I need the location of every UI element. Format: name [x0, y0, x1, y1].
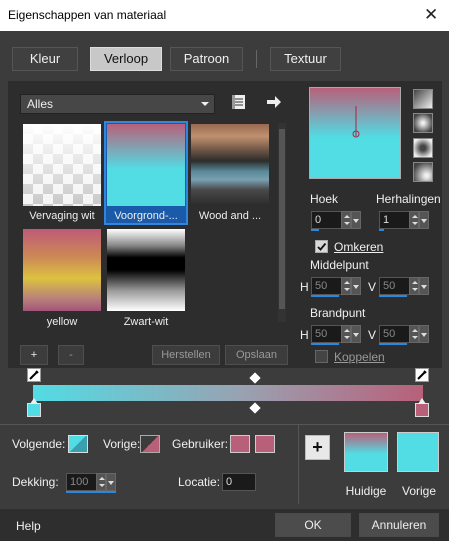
cancel-button[interactable]: Annuleren [359, 513, 439, 537]
focal-v-label: V [368, 328, 377, 342]
style-radial-icon[interactable] [413, 162, 433, 182]
angle-dropdown[interactable] [351, 211, 361, 229]
prev-label: Vorige: [103, 437, 141, 451]
midpoint-bottom-diamond[interactable] [249, 402, 261, 414]
angle-slider[interactable] [311, 229, 319, 231]
opacity-label: Dekking: [12, 475, 59, 489]
divider [298, 424, 299, 504]
notebook-icon[interactable] [232, 94, 246, 110]
scrollbar[interactable] [278, 123, 286, 322]
center-h-label: H [300, 280, 309, 294]
user-swatch-1[interactable] [230, 435, 250, 453]
repeats-slider[interactable] [379, 229, 384, 231]
user-label: Gebruiker: [172, 437, 229, 451]
thumb-label: Vervaging wit [29, 210, 95, 222]
gradient-preview[interactable] [309, 87, 401, 179]
center-v-slider[interactable] [379, 295, 407, 297]
tab-kleur[interactable]: Kleur [12, 47, 78, 71]
gradient-bar[interactable] [33, 385, 423, 401]
center-h-dropdown[interactable] [351, 277, 361, 295]
focal-v-dropdown[interactable] [419, 325, 429, 343]
location-input[interactable]: 0 [222, 473, 256, 491]
focal-h-slider[interactable] [311, 343, 339, 345]
repeats-stepper[interactable] [409, 211, 419, 229]
thumb-label: yellow [46, 316, 78, 328]
center-h-stepper[interactable] [341, 277, 351, 295]
thumb-label: Voorgrond-... [114, 210, 178, 222]
tab-textuur[interactable]: Textuur [270, 47, 341, 71]
invert-label: Omkeren [334, 240, 384, 254]
save-button[interactable]: Opslaan [225, 345, 288, 365]
thumb-zwart-wit[interactable] [107, 229, 185, 311]
repeats-label: Herhalingen [376, 192, 441, 206]
thumb-wood[interactable] [191, 124, 269, 206]
remove-gradient-button[interactable]: - [58, 345, 84, 365]
angle-label: Hoek [310, 192, 339, 206]
next-label: Volgende: [12, 437, 66, 451]
midpoint-top-diamond[interactable] [249, 372, 261, 384]
add-swatch-button[interactable]: + [305, 435, 330, 460]
style-rectangular-icon[interactable] [413, 113, 433, 133]
focal-v-stepper[interactable] [409, 325, 419, 343]
close-icon[interactable]: ✕ [424, 5, 438, 25]
title-bar: Eigenschappen van materiaal ✕ [0, 0, 449, 31]
tab-separator [256, 50, 257, 68]
invert-checkbox[interactable] [315, 240, 328, 253]
previous-preview[interactable] [397, 432, 439, 472]
add-gradient-button[interactable]: + [20, 345, 48, 365]
stop-marker-top-left[interactable] [27, 368, 41, 382]
angle-stepper[interactable] [341, 211, 351, 229]
user-swatch-2[interactable] [255, 435, 275, 453]
scrollbar-thumb[interactable] [279, 129, 285, 309]
thumb-voorgrond[interactable] [107, 124, 185, 206]
stop-marker-top-right[interactable] [415, 368, 429, 382]
center-label: Middelpunt [310, 258, 369, 272]
focal-h-stepper[interactable] [341, 325, 351, 343]
tab-patroon[interactable]: Patroon [170, 47, 243, 71]
center-v-stepper[interactable] [409, 277, 419, 295]
style-linear-icon[interactable] [413, 89, 433, 109]
ok-button[interactable]: OK [275, 513, 351, 537]
repeats-dropdown[interactable] [419, 211, 429, 229]
thumb-yellow[interactable] [23, 229, 101, 311]
current-label: Huidige [345, 484, 387, 498]
help-link[interactable]: Help [16, 519, 41, 533]
thumb-label: Zwart-wit [123, 316, 169, 328]
previous-label: Vorige [401, 484, 437, 498]
location-label: Locatie: [178, 475, 221, 489]
next-swatch[interactable] [68, 435, 88, 453]
stop-pointer-left-icon [30, 398, 38, 404]
divider [0, 424, 449, 425]
opacity-stepper[interactable] [96, 473, 106, 491]
center-h-slider[interactable] [311, 295, 339, 297]
thumb-vervaging-wit[interactable] [23, 124, 101, 206]
link-checkbox[interactable] [315, 350, 328, 363]
focal-v-slider[interactable] [379, 343, 407, 345]
color-stop-right[interactable] [415, 403, 429, 417]
window-title: Eigenschappen van materiaal [8, 8, 167, 22]
reset-button[interactable]: Herstellen [152, 345, 220, 365]
focal-label: Brandpunt [310, 306, 366, 320]
stop-pointer-right-icon [418, 398, 426, 404]
chevron-down-icon [201, 102, 209, 106]
focal-h-label: H [300, 328, 309, 342]
opacity-slider[interactable] [66, 491, 116, 493]
opacity-dropdown[interactable] [106, 473, 116, 491]
link-label: Koppelen [334, 350, 385, 364]
category-value: Alles [27, 97, 54, 111]
prev-swatch[interactable] [140, 435, 160, 453]
color-stop-left[interactable] [27, 403, 41, 417]
thumb-label: Wood and ... [198, 210, 262, 222]
arrow-right-icon[interactable] [266, 95, 282, 109]
center-v-dropdown[interactable] [419, 277, 429, 295]
tab-verloop[interactable]: Verloop [90, 47, 162, 71]
style-sunburst-icon[interactable] [413, 138, 433, 158]
center-v-label: V [368, 280, 377, 294]
category-dropdown[interactable]: Alles [20, 94, 215, 114]
current-preview[interactable] [344, 432, 388, 472]
focal-h-dropdown[interactable] [351, 325, 361, 343]
